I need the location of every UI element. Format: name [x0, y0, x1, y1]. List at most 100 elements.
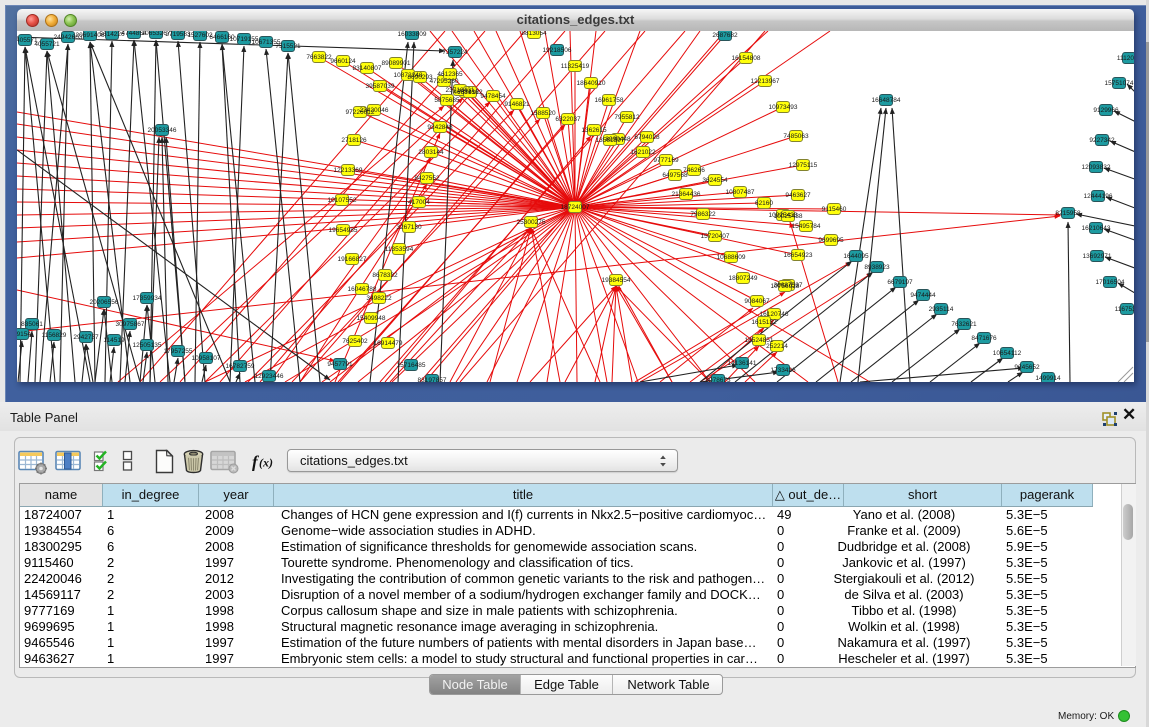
- svg-text:2942737: 2942737: [73, 334, 99, 341]
- svg-text:16654923: 16654923: [784, 252, 813, 259]
- svg-text:12923446: 12923446: [255, 373, 284, 380]
- svg-text:20053346: 20053346: [148, 127, 177, 134]
- svg-text:9660124: 9660124: [330, 58, 356, 65]
- svg-text:14136141: 14136141: [728, 360, 757, 367]
- svg-text:7515521: 7515521: [275, 43, 301, 50]
- svg-text:89089901: 89089901: [382, 60, 411, 67]
- svg-text:39154: 39154: [17, 331, 31, 338]
- svg-text:9245652: 9245652: [1014, 364, 1040, 371]
- svg-text:16033809: 16033809: [398, 31, 427, 38]
- svg-text:11325419: 11325419: [561, 63, 590, 70]
- svg-text:62160: 62160: [755, 200, 773, 207]
- svg-text:12093832: 12093832: [1082, 164, 1111, 171]
- svg-text:12213369: 12213369: [334, 167, 363, 174]
- svg-text:1112074: 1112074: [1117, 55, 1134, 62]
- svg-text:19218506: 19218506: [543, 47, 572, 54]
- svg-text:4612365: 4612365: [437, 71, 463, 78]
- svg-text:21364436: 21364436: [672, 191, 701, 198]
- svg-text:1644095: 1644095: [843, 253, 869, 260]
- svg-text:47295260: 47295260: [430, 78, 459, 85]
- svg-text:18724007: 18724007: [561, 204, 590, 211]
- svg-text:13692971: 13692971: [1083, 253, 1112, 260]
- svg-text:10756928: 10756928: [771, 283, 800, 290]
- svg-text:8078673: 8078673: [705, 377, 731, 382]
- svg-text:9463627: 9463627: [785, 192, 811, 199]
- svg-text:2803144: 2803144: [418, 149, 444, 156]
- svg-text:16154808: 16154808: [732, 55, 761, 62]
- svg-text:15716485: 15716485: [397, 362, 426, 369]
- svg-text:10025438: 10025438: [774, 213, 803, 220]
- svg-text:7632621: 7632621: [951, 321, 977, 328]
- svg-text:1733426: 1733426: [770, 367, 796, 374]
- svg-text:9146821: 9146821: [504, 101, 530, 108]
- svg-text:12975115: 12975115: [789, 162, 818, 169]
- svg-text:16961758: 16961758: [595, 97, 624, 104]
- svg-text:9115460: 9115460: [822, 206, 847, 213]
- svg-text:2718126: 2718126: [341, 137, 367, 144]
- svg-text:7357224: 7357224: [442, 49, 468, 56]
- svg-text:12505135: 12505135: [133, 342, 162, 349]
- svg-text:8215958: 8215958: [1055, 210, 1081, 217]
- svg-text:1362615: 1362615: [581, 127, 607, 134]
- svg-text:12444196: 12444196: [1084, 193, 1113, 200]
- svg-text:2935114: 2935114: [929, 306, 954, 313]
- svg-text:(x): (x): [259, 456, 273, 470]
- svg-text:9242848: 9242848: [427, 124, 453, 131]
- svg-text:7374122: 7374122: [457, 89, 483, 96]
- svg-text:15720407: 15720407: [701, 233, 730, 240]
- svg-text:1588520: 1588520: [530, 110, 556, 117]
- svg-text:10688609: 10688609: [717, 254, 746, 261]
- svg-text:8678332: 8678332: [372, 272, 398, 279]
- svg-text:8938923: 8938923: [864, 264, 890, 271]
- svg-text:3498222: 3498222: [366, 295, 392, 302]
- svg-text:16046788: 16046788: [348, 286, 377, 293]
- svg-text:9474444: 9474444: [910, 292, 936, 299]
- svg-text:17957255: 17957255: [164, 348, 193, 355]
- svg-text:15495784: 15495784: [792, 223, 821, 230]
- svg-text:417004: 417004: [408, 199, 430, 206]
- svg-text:10958107: 10958107: [192, 355, 221, 362]
- svg-text:6322037: 6322037: [555, 116, 581, 123]
- svg-text:16782759: 16782759: [226, 363, 255, 370]
- svg-text:15409948: 15409948: [357, 315, 386, 322]
- svg-text:1615132: 1615132: [751, 319, 777, 326]
- svg-text:19384554: 19384554: [602, 277, 631, 284]
- svg-text:7986322: 7986322: [690, 211, 716, 218]
- svg-text:8471676: 8471676: [971, 335, 997, 342]
- svg-text:19654985: 19654985: [329, 227, 358, 234]
- svg-text:7625402: 7625402: [342, 338, 368, 345]
- svg-text:8427552: 8427552: [414, 175, 440, 182]
- svg-text:20206556: 20206556: [90, 299, 119, 306]
- svg-text:9457791: 9457791: [327, 361, 353, 368]
- svg-text:16210643: 16210643: [1082, 225, 1111, 232]
- svg-text:7663822: 7663822: [306, 54, 332, 61]
- svg-text:1156829: 1156829: [42, 332, 67, 339]
- svg-text:25300275: 25300275: [517, 219, 546, 226]
- svg-text:4055721: 4055721: [34, 41, 60, 48]
- svg-text:16914479: 16914479: [374, 340, 403, 347]
- svg-text:17016504: 17016504: [1096, 279, 1125, 286]
- svg-text:2687682: 2687682: [712, 32, 738, 39]
- svg-text:16120746: 16120746: [760, 311, 789, 318]
- svg-text:19166827: 19166827: [338, 256, 367, 263]
- svg-text:114519: 114519: [103, 337, 125, 344]
- svg-text:746266: 746266: [683, 167, 705, 174]
- svg-text:18640910: 18640910: [577, 80, 606, 87]
- svg-text:10807487: 10807487: [726, 189, 755, 196]
- svg-text:39587039: 39587039: [366, 83, 395, 90]
- svg-text:13561597: 13561597: [596, 137, 625, 144]
- svg-text:3267130: 3267130: [396, 224, 422, 231]
- svg-text:17359934: 17359934: [133, 295, 162, 302]
- svg-text:7955812: 7955812: [614, 114, 640, 121]
- svg-text:18807249: 18807249: [729, 275, 758, 282]
- svg-text:15751074: 15751074: [1105, 80, 1134, 87]
- svg-text:16648784: 16648784: [872, 97, 901, 104]
- svg-text:1621022: 1621022: [630, 149, 656, 156]
- svg-text:8813054: 8813054: [521, 31, 547, 37]
- svg-text:83197857: 83197857: [418, 377, 447, 382]
- svg-text:10973493: 10973493: [769, 104, 798, 111]
- svg-text:7485063: 7485063: [783, 133, 809, 140]
- svg-text:9227342: 9227342: [1089, 137, 1115, 144]
- svg-text:1167533: 1167533: [1115, 306, 1134, 313]
- svg-text:10107552: 10107552: [328, 197, 357, 204]
